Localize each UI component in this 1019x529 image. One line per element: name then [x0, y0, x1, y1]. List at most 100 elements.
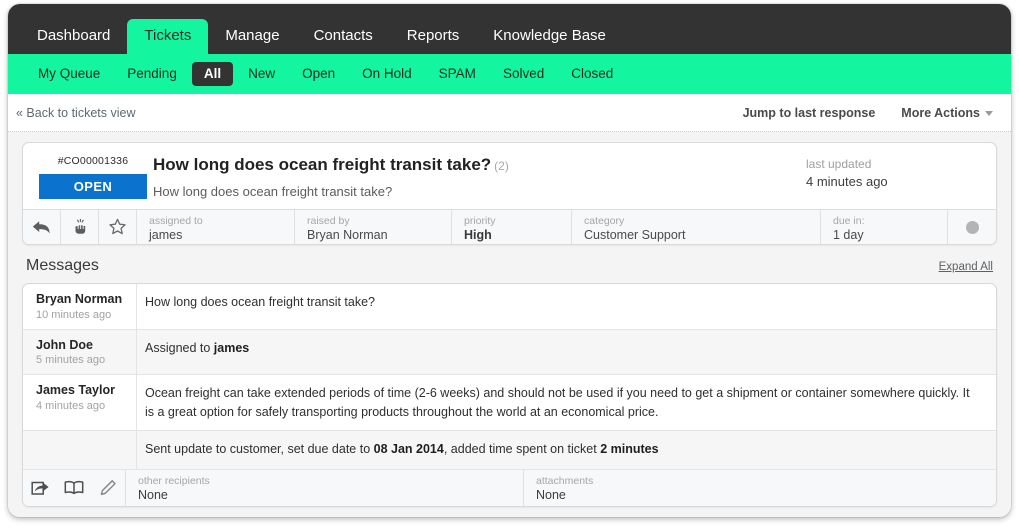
assigned-to-value: james	[149, 227, 183, 242]
nav-item-manage[interactable]: Manage	[208, 19, 296, 54]
message-timestamp: 5 minutes ago	[36, 354, 106, 367]
filter-on-hold[interactable]: On Hold	[350, 62, 424, 86]
message-row[interactable]: James Taylor 4 minutes ago Ocean freight…	[23, 375, 996, 431]
attachments-field[interactable]: attachments None	[523, 469, 996, 506]
meta-raised-by[interactable]: raised by Bryan Norman	[295, 210, 452, 245]
attachments-value: None	[536, 488, 566, 503]
other-recipients-value: None	[138, 488, 168, 503]
ticket-filter-navigation: My Queue Pending All New Open On Hold SP…	[8, 54, 1011, 94]
meta-priority[interactable]: priority High	[452, 210, 572, 245]
nav-item-tickets[interactable]: Tickets	[127, 19, 209, 54]
filter-open[interactable]: Open	[290, 62, 347, 86]
message-body: How long does ocean freight transit take…	[136, 284, 996, 329]
category-value: Customer Support	[584, 227, 686, 242]
ticket-header: #CO00001336 OPEN How long does ocean fre…	[23, 143, 996, 209]
message-action-icons	[23, 470, 125, 506]
message-bottom-bar: other recipients None attachments None	[23, 469, 996, 506]
meta-category[interactable]: category Customer Support	[572, 210, 821, 245]
note-text-pre: Sent update to customer, set due date to	[145, 441, 374, 456]
message-note-body: Sent update to customer, set due date to…	[136, 430, 996, 469]
other-recipients-field[interactable]: other recipients None	[125, 469, 523, 506]
filter-closed[interactable]: Closed	[559, 62, 625, 86]
ticket-title: How long does ocean freight transit take…	[153, 155, 806, 175]
message-author-cell: James Taylor 4 minutes ago	[23, 375, 136, 429]
star-icon[interactable]	[99, 210, 137, 245]
message-body-highlight: james	[213, 340, 250, 355]
ticket-id-column: #CO00001336 OPEN	[23, 155, 147, 199]
messages-card: Bryan Norman 10 minutes ago How long doe…	[22, 283, 997, 507]
status-badge[interactable]: OPEN	[39, 174, 147, 199]
due-in-label: due in:	[833, 214, 865, 227]
message-row[interactable]: John Doe 5 minutes ago Assigned to james	[23, 329, 996, 376]
assigned-to-label: assigned to	[149, 214, 203, 227]
last-updated-column: last updated 4 minutes ago	[806, 155, 996, 199]
app-window: Dashboard Tickets Manage Contacts Report…	[8, 4, 1011, 517]
message-body-text: Ocean freight can take extended periods …	[145, 386, 970, 419]
forward-icon[interactable]	[23, 470, 57, 506]
filter-pending[interactable]: Pending	[115, 62, 189, 86]
filter-all[interactable]: All	[191, 62, 234, 86]
meta-assigned-to[interactable]: assigned to james	[137, 210, 295, 245]
sla-status-dot-icon[interactable]	[965, 220, 979, 234]
priority-label: priority	[464, 214, 496, 227]
more-actions-label: More Actions	[901, 105, 980, 120]
claim-hand-icon[interactable]	[61, 210, 99, 245]
more-actions-button[interactable]: More Actions	[901, 106, 993, 120]
attachments-label: attachments	[536, 475, 594, 488]
main-content: #CO00001336 OPEN How long does ocean fre…	[8, 132, 1011, 517]
due-in-value: 1 day	[833, 227, 864, 242]
sla-indicator-cell	[948, 210, 996, 244]
message-author-cell: Bryan Norman 10 minutes ago	[23, 284, 136, 329]
ticket-id: #CO00001336	[57, 155, 129, 167]
message-row[interactable]: Bryan Norman 10 minutes ago How long doe…	[23, 284, 996, 330]
note-text-mid: , added time spent on ticket	[443, 441, 601, 456]
ticket-action-icons	[23, 210, 137, 245]
action-bar: « Back to tickets view Jump to last resp…	[8, 94, 1011, 132]
message-timestamp: 4 minutes ago	[36, 399, 106, 412]
expand-all-link[interactable]: Expand All	[939, 261, 993, 273]
message-author-name: James Taylor	[36, 383, 115, 398]
ticket-message-count: (2)	[494, 159, 509, 173]
filter-spam[interactable]: SPAM	[427, 62, 488, 86]
filter-solved[interactable]: Solved	[491, 62, 556, 86]
last-updated-label: last updated	[806, 157, 872, 171]
action-bar-right: Jump to last response More Actions	[743, 106, 993, 120]
ticket-summary-card: #CO00001336 OPEN How long does ocean fre…	[22, 142, 997, 246]
address-book-icon[interactable]	[57, 470, 91, 506]
message-body: Assigned to james	[136, 329, 996, 375]
message-timestamp: 10 minutes ago	[36, 308, 112, 321]
category-label: category	[584, 214, 625, 227]
nav-item-dashboard[interactable]: Dashboard	[20, 19, 127, 54]
raised-by-value: Bryan Norman	[307, 227, 388, 242]
message-body-text: How long does ocean freight transit take…	[145, 295, 375, 310]
back-to-tickets-link[interactable]: « Back to tickets view	[16, 106, 136, 120]
meta-due-in[interactable]: due in: 1 day	[821, 210, 948, 245]
message-author-cell: John Doe 5 minutes ago	[23, 330, 136, 375]
reply-icon[interactable]	[23, 210, 61, 245]
raised-by-label: raised by	[307, 214, 350, 227]
ticket-title-text: How long does ocean freight transit take…	[153, 155, 492, 174]
nav-item-reports[interactable]: Reports	[390, 19, 477, 54]
ticket-subtitle: How long does ocean freight transit take…	[153, 184, 393, 200]
nav-item-knowledge-base[interactable]: Knowledge Base	[476, 19, 623, 54]
ticket-meta-bar: assigned to james raised by Bryan Norman…	[23, 209, 996, 245]
note-due-date: 08 Jan 2014	[373, 441, 444, 456]
messages-title: Messages	[26, 257, 99, 275]
filter-my-queue[interactable]: My Queue	[26, 62, 112, 86]
ticket-main-column: How long does ocean freight transit take…	[147, 155, 806, 199]
note-time-spent: 2 minutes	[600, 441, 659, 456]
message-author-name: John Doe	[36, 337, 93, 352]
filter-new[interactable]: New	[236, 62, 287, 86]
last-updated-value: 4 minutes ago	[806, 174, 888, 189]
message-body: Ocean freight can take extended periods …	[136, 375, 996, 430]
messages-header: Messages Expand All	[22, 245, 997, 283]
message-body-text: Assigned to	[145, 340, 214, 355]
edit-pencil-icon[interactable]	[91, 470, 125, 506]
message-note-author-cell	[23, 430, 136, 469]
jump-to-last-response-link[interactable]: Jump to last response	[743, 106, 876, 120]
priority-value: High	[464, 227, 492, 242]
other-recipients-label: other recipients	[138, 475, 210, 488]
main-navigation: Dashboard Tickets Manage Contacts Report…	[8, 4, 1011, 54]
message-note-row: Sent update to customer, set due date to…	[23, 430, 996, 470]
nav-item-contacts[interactable]: Contacts	[297, 19, 390, 54]
